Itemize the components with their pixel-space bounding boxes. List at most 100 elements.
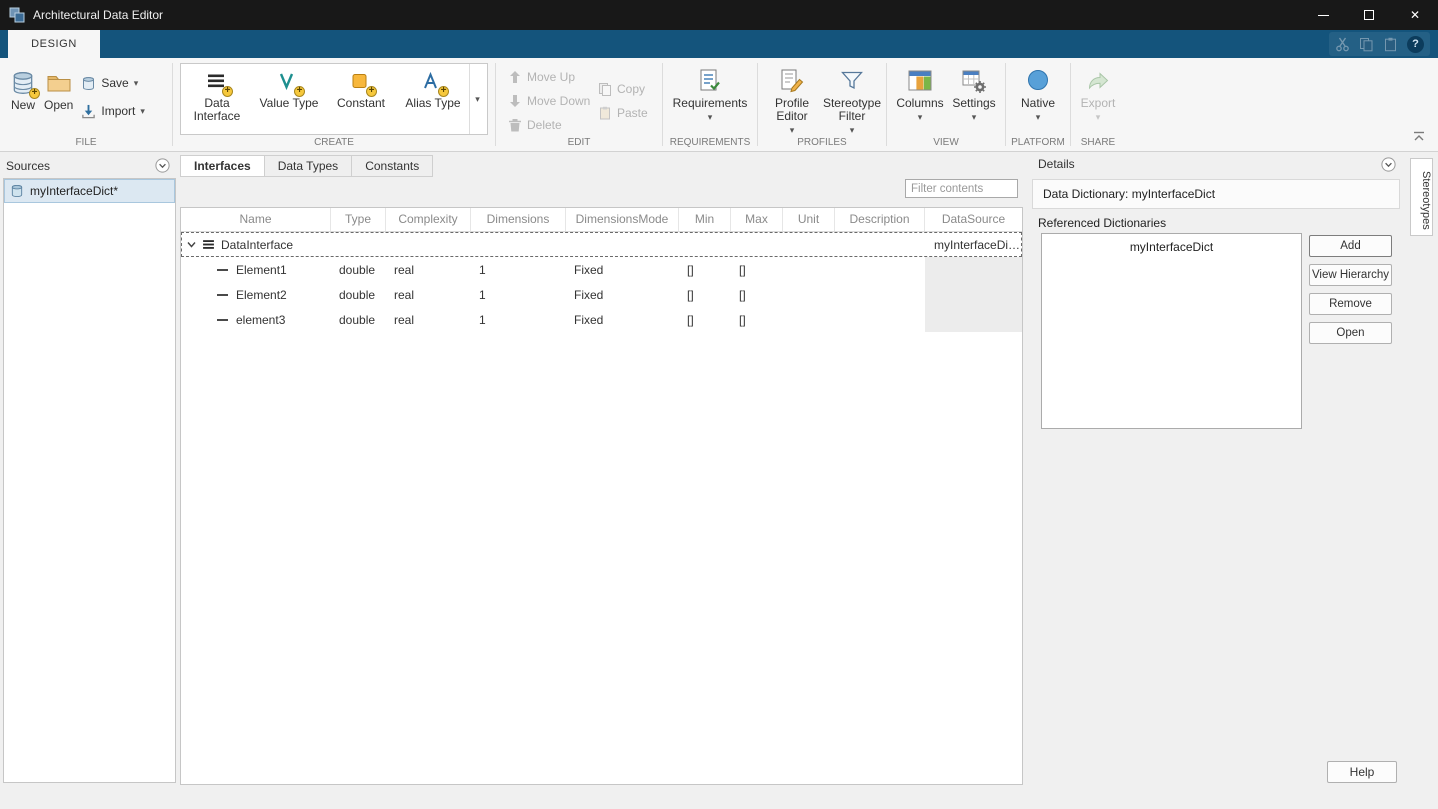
- help-icon[interactable]: ?: [1407, 35, 1424, 53]
- paste-label: Paste: [617, 106, 648, 120]
- open-dictionary-button[interactable]: Open: [1309, 322, 1392, 344]
- chevron-down-icon[interactable]: [140, 107, 145, 116]
- column-header-dimensions[interactable]: Dimensions: [471, 208, 566, 231]
- collapse-panel-icon[interactable]: [155, 158, 170, 173]
- constant-button[interactable]: Constant: [325, 64, 397, 134]
- column-header-type[interactable]: Type: [331, 208, 386, 231]
- columns-button[interactable]: Columns: [893, 58, 947, 122]
- tab-interfaces[interactable]: Interfaces: [180, 155, 265, 177]
- move-down-label: Move Down: [527, 94, 591, 108]
- native-button[interactable]: Native: [1021, 58, 1055, 122]
- cell-type: double: [339, 262, 376, 277]
- save-database-icon: [83, 76, 95, 90]
- cell-dimensions: [472, 233, 567, 256]
- section-label-platform: PLATFORM: [1011, 137, 1065, 148]
- data-interface-button[interactable]: Data Interface: [181, 64, 253, 134]
- table-row[interactable]: element3 double real 1 Fixed [] []: [181, 307, 1022, 332]
- cell-type: [332, 233, 387, 256]
- column-header-unit[interactable]: Unit: [783, 208, 835, 231]
- requirements-button[interactable]: Requirements: [673, 58, 747, 122]
- save-button[interactable]: Save: [81, 72, 145, 94]
- cell-datasource: [925, 282, 1022, 307]
- table-header-row: Name Type Complexity Dimensions Dimensio…: [181, 208, 1022, 232]
- minimize-icon: [1317, 14, 1329, 16]
- chevron-down-icon: [790, 126, 795, 135]
- tab-design[interactable]: DESIGN: [8, 30, 100, 58]
- alias-type-label: Alias Type: [405, 96, 461, 110]
- copy-label: Copy: [617, 82, 646, 96]
- cut-icon[interactable]: [1335, 37, 1350, 52]
- cell-max: []: [739, 312, 746, 327]
- new-button[interactable]: New: [10, 60, 40, 122]
- export-button[interactable]: Export: [1081, 58, 1115, 122]
- column-header-dimensionsmode[interactable]: DimensionsMode: [566, 208, 679, 231]
- open-button[interactable]: Open: [44, 60, 73, 122]
- column-header-name[interactable]: Name: [181, 208, 331, 231]
- plus-badge-icon: [29, 88, 40, 99]
- stereotype-filter-button[interactable]: Stereotype Filter: [822, 58, 882, 135]
- referenced-dictionaries-list[interactable]: myInterfaceDict: [1041, 233, 1302, 429]
- alias-type-button[interactable]: Alias Type: [397, 64, 469, 134]
- column-header-max[interactable]: Max: [731, 208, 783, 231]
- remove-button[interactable]: Remove: [1309, 293, 1392, 315]
- move-up-button[interactable]: Move Up: [508, 66, 590, 88]
- minimize-button[interactable]: [1300, 0, 1346, 30]
- value-type-label: Value Type: [259, 96, 319, 110]
- column-header-datasource[interactable]: DataSource: [925, 208, 1022, 231]
- columns-grid-icon: [907, 68, 933, 94]
- cell-unit: [784, 233, 836, 256]
- paste-icon[interactable]: [1383, 37, 1398, 52]
- maximize-icon: [1364, 10, 1374, 20]
- create-gallery: Data Interface Value Type Constant: [180, 63, 488, 135]
- column-header-min[interactable]: Min: [679, 208, 731, 231]
- help-button[interactable]: Help: [1327, 761, 1397, 783]
- quick-access-toolbar: ?: [1329, 32, 1430, 56]
- data-interface-icon: [205, 70, 233, 97]
- add-button[interactable]: Add: [1309, 235, 1392, 257]
- stereotypes-side-tab[interactable]: Stereotypes: [1410, 158, 1433, 236]
- create-gallery-expand-button[interactable]: [469, 64, 485, 134]
- maximize-button[interactable]: [1346, 0, 1392, 30]
- settings-label: Settings: [952, 96, 996, 110]
- section-edit: Move Up Move Down Delete Copy Paste EDIT: [496, 58, 662, 151]
- expander-chevron-icon[interactable]: [187, 240, 196, 249]
- column-header-description[interactable]: Description: [835, 208, 925, 231]
- column-header-complexity[interactable]: Complexity: [386, 208, 471, 231]
- filter-input[interactable]: [905, 179, 1018, 198]
- ribbon-tabstrip: DESIGN ?: [0, 30, 1438, 58]
- list-item[interactable]: myInterfaceDict: [1042, 234, 1301, 254]
- cell-min: []: [687, 312, 694, 327]
- tab-data-types[interactable]: Data Types: [264, 155, 353, 177]
- view-hierarchy-button[interactable]: View Hierarchy: [1309, 264, 1392, 286]
- collapse-toolstrip-button[interactable]: [1412, 131, 1426, 145]
- value-type-button[interactable]: Value Type: [253, 64, 325, 134]
- section-label-edit: EDIT: [567, 137, 591, 148]
- value-type-icon: [277, 70, 305, 97]
- close-button[interactable]: ✕: [1392, 0, 1438, 30]
- cell-max: []: [739, 262, 746, 277]
- cell-dimensions: 1: [479, 262, 486, 277]
- table-row[interactable]: Element2 double real 1 Fixed [] []: [181, 282, 1022, 307]
- import-button[interactable]: Import: [81, 100, 145, 122]
- chevron-down-icon: [475, 95, 480, 104]
- tab-constants[interactable]: Constants: [352, 155, 434, 177]
- section-view: Columns Settings VIEW: [887, 58, 1005, 151]
- source-item-dictionary[interactable]: myInterfaceDict*: [4, 179, 175, 203]
- section-create: Data Interface Value Type Constant: [173, 58, 495, 151]
- delete-button[interactable]: Delete: [508, 114, 590, 136]
- move-up-label: Move Up: [527, 70, 576, 84]
- copy-icon[interactable]: [1359, 37, 1374, 52]
- profile-editor-button[interactable]: Profile Editor: [762, 58, 822, 135]
- chevron-down-icon[interactable]: [134, 79, 139, 88]
- alias-type-icon: [421, 70, 449, 97]
- copy-button[interactable]: Copy: [598, 78, 648, 100]
- move-down-button[interactable]: Move Down: [508, 90, 590, 112]
- paste-button[interactable]: Paste: [598, 102, 648, 124]
- cell-description: [836, 233, 926, 256]
- table-row[interactable]: DataInterface myInterfaceDic...: [181, 232, 1022, 257]
- import-icon: [82, 104, 96, 118]
- table-row[interactable]: Element1 double real 1 Fixed [] []: [181, 257, 1022, 282]
- export-icon: [1085, 68, 1111, 94]
- collapse-panel-icon[interactable]: [1381, 157, 1396, 172]
- settings-button[interactable]: Settings: [947, 58, 1001, 122]
